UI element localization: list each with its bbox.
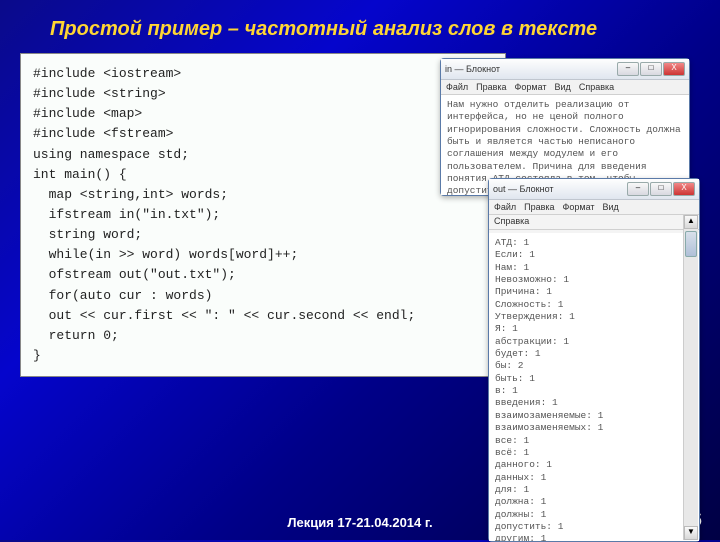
menu-bar: Файл Правка Формат Вид Справка	[441, 80, 689, 95]
output-line: взаимозаменяемых: 1	[495, 422, 693, 434]
notepad-window-out: out — Блокнот – □ X Файл Правка Формат В…	[488, 178, 700, 542]
menu-file[interactable]: Файл	[446, 82, 468, 92]
menu-file[interactable]: Файл	[494, 202, 516, 212]
output-line: быть: 1	[495, 373, 693, 385]
output-line: Если: 1	[495, 249, 693, 261]
output-line: бы: 2	[495, 360, 693, 372]
menu-format[interactable]: Формат	[515, 82, 547, 92]
minimize-button[interactable]: –	[617, 62, 639, 76]
output-line: будет: 1	[495, 348, 693, 360]
window-title: in — Блокнот	[445, 64, 500, 74]
output-line: для: 1	[495, 484, 693, 496]
divider	[489, 229, 699, 230]
maximize-button[interactable]: □	[650, 182, 672, 196]
minimize-button[interactable]: –	[627, 182, 649, 196]
output-line: Я: 1	[495, 323, 693, 335]
menu-edit[interactable]: Правка	[524, 202, 554, 212]
output-line: абстракции: 1	[495, 336, 693, 348]
close-button[interactable]: X	[663, 62, 685, 76]
titlebar[interactable]: in — Блокнот – □ X	[441, 59, 689, 80]
output-line: данных: 1	[495, 472, 693, 484]
scroll-down-icon[interactable]: ▼	[684, 526, 698, 540]
notepad-window-in: in — Блокнот – □ X Файл Правка Формат Ви…	[440, 58, 690, 196]
output-line: Невозможно: 1	[495, 274, 693, 286]
menu-view[interactable]: Вид	[603, 202, 619, 212]
code-panel: #include <iostream> #include <string> #i…	[20, 53, 506, 377]
output-line: в: 1	[495, 385, 693, 397]
menu-format[interactable]: Формат	[563, 202, 595, 212]
window-buttons: – □ X	[627, 182, 695, 196]
output-line: всё: 1	[495, 447, 693, 459]
output-line: Сложность: 1	[495, 299, 693, 311]
menu-edit[interactable]: Правка	[476, 82, 506, 92]
scrollbar[interactable]: ▲ ▼	[683, 215, 698, 540]
output-line: должна: 1	[495, 496, 693, 508]
notepad-body[interactable]: АТД: 1Если: 1Нам: 1Невозможно: 1Причина:…	[489, 233, 699, 541]
scroll-up-icon[interactable]: ▲	[684, 215, 698, 229]
output-line: взаимозаменяемые: 1	[495, 410, 693, 422]
output-line: введения: 1	[495, 397, 693, 409]
window-title: out — Блокнот	[493, 184, 554, 194]
close-button[interactable]: X	[673, 182, 695, 196]
maximize-button[interactable]: □	[640, 62, 662, 76]
output-line: данного: 1	[495, 459, 693, 471]
menu-bar: Файл Правка Формат Вид	[489, 200, 699, 215]
slide-title: Простой пример – частотный анализ слов в…	[0, 0, 720, 53]
scroll-thumb[interactable]	[685, 231, 697, 257]
menu-help[interactable]: Справка	[489, 215, 699, 227]
output-line: Причина: 1	[495, 286, 693, 298]
output-line: Нам: 1	[495, 262, 693, 274]
output-line: допустить: 1	[495, 521, 693, 533]
output-line: АТД: 1	[495, 237, 693, 249]
menu-help[interactable]: Справка	[579, 82, 614, 92]
output-line: Утверждения: 1	[495, 311, 693, 323]
code-block: #include <iostream> #include <string> #i…	[33, 64, 493, 366]
output-line: все: 1	[495, 435, 693, 447]
menu-view[interactable]: Вид	[555, 82, 571, 92]
titlebar[interactable]: out — Блокнот – □ X	[489, 179, 699, 200]
window-buttons: – □ X	[617, 62, 685, 76]
output-line: должны: 1	[495, 509, 693, 521]
